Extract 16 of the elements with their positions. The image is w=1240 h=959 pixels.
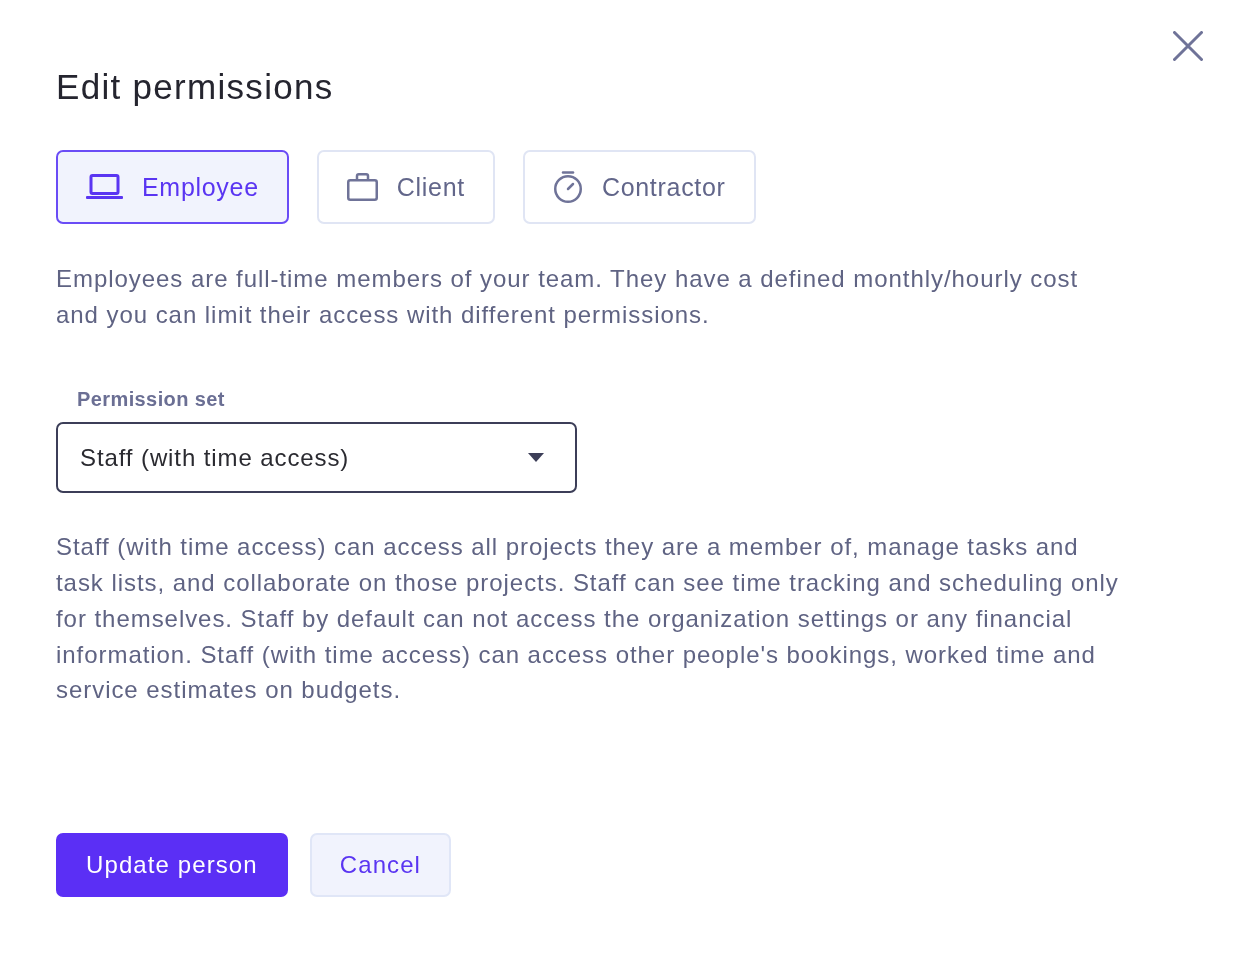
close-icon bbox=[1173, 31, 1203, 61]
permission-set-dropdown[interactable]: Staff (with time access) bbox=[56, 422, 577, 494]
role-tab[interactable]: Contractor bbox=[522, 150, 756, 224]
caret-icon bbox=[528, 453, 544, 463]
dialog-title: Edit permissions bbox=[56, 67, 334, 107]
briefcase-icon bbox=[346, 173, 378, 201]
permission-description: Staff (with time access) can access all projects they are a member of, manage tasks and task lists, and collaborate on those projects. Staff can see time tracking and scheduling only for themselves. Staff by default can not access the organization settings or any financial information. Staff (with time access) can access other people's bookings, worked time and service estimates on budgets. bbox=[56, 532, 1120, 706]
role-description: Employees are full-time members of your team. They have a defined monthly/hourly cost and you can limit their access with different permissions. bbox=[56, 264, 1080, 330]
role-tab[interactable]: Client bbox=[316, 150, 495, 224]
update-button[interactable]: Update person bbox=[56, 832, 288, 897]
cancel-button[interactable]: Cancel bbox=[309, 832, 452, 897]
field-label: Permission set bbox=[77, 387, 225, 412]
laptop-icon bbox=[86, 174, 123, 200]
role-tab[interactable]: Employee bbox=[56, 150, 289, 224]
stopwatch-icon bbox=[552, 171, 583, 203]
close-button[interactable] bbox=[1170, 28, 1206, 64]
